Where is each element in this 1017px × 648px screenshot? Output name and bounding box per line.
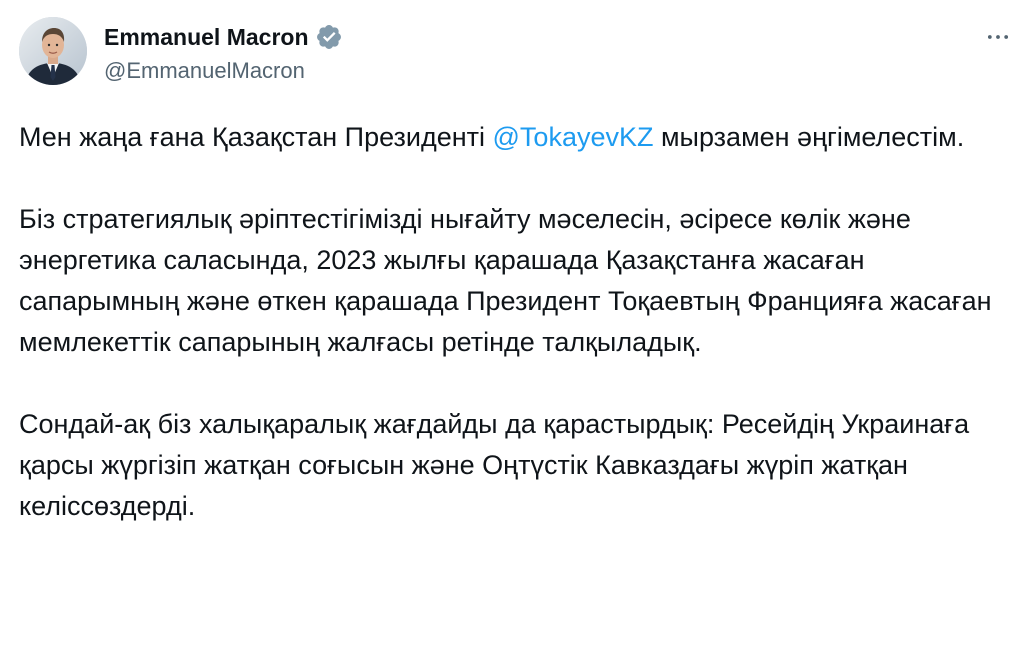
author-name-row: Emmanuel Macron (104, 22, 343, 52)
mention-link[interactable]: @TokayevKZ (493, 122, 654, 152)
verified-badge-icon (315, 23, 343, 51)
author-handle[interactable]: @EmmanuelMacron (104, 57, 305, 85)
tweet-paragraph-1: Мен жаңа ғана Қазақстан Президенті @Toka… (19, 117, 994, 158)
profile-photo (19, 17, 87, 85)
tweet-text-segment: Мен жаңа ғана Қазақстан Президенті (19, 122, 493, 152)
more-horizontal-icon (987, 35, 1009, 39)
tweet-paragraph-3: Сондай-ақ біз халықаралық жағдайды да қа… (19, 409, 970, 521)
tweet-paragraph-2: Біз стратегиялық әріптестігімізді нығайт… (19, 204, 992, 357)
tweet-text: Мен жаңа ғана Қазақстан Президенті @Toka… (19, 117, 994, 568)
author-avatar[interactable] (19, 17, 87, 85)
tweet-text-segment: мырзамен әңгімелестім. (653, 122, 965, 152)
more-options-button[interactable] (980, 22, 1016, 52)
author-display-name[interactable]: Emmanuel Macron (104, 22, 309, 52)
tweet-card: Emmanuel Macron @EmmanuelMacron Мен жаңа… (0, 0, 1017, 648)
